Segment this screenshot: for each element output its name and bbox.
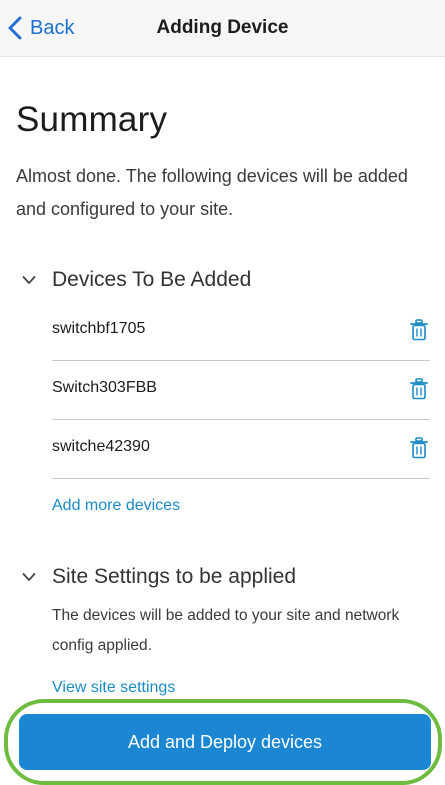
device-name: Switch303FBB: [52, 379, 157, 396]
navigation-bar: Back Adding Device: [0, 0, 445, 57]
trash-icon[interactable]: [410, 378, 428, 400]
trash-icon[interactable]: [410, 319, 428, 341]
device-row: Switch303FBB: [52, 361, 430, 420]
chevron-down-icon: [22, 276, 36, 284]
site-settings-section-label: Site Settings to be applied: [52, 565, 297, 588]
page-title: Summary: [16, 100, 168, 139]
add-more-devices-link[interactable]: Add more devices: [52, 497, 180, 515]
nav-title: Adding Device: [156, 17, 289, 38]
device-row: switchbf1705: [52, 302, 430, 361]
site-settings-description: The devices will be added to your site a…: [52, 607, 400, 654]
device-row: switche42390: [52, 420, 430, 479]
view-site-settings-link[interactable]: View site settings: [52, 679, 175, 697]
intro-text: Almost done. The following devices will …: [16, 166, 408, 219]
devices-section-toggle[interactable]: Devices To Be Added: [22, 265, 251, 295]
device-list: switchbf1705 Switch303FBB switche42390: [52, 302, 430, 479]
device-name: switchbf1705: [52, 320, 146, 337]
device-name: switche42390: [52, 438, 150, 455]
trash-icon[interactable]: [410, 437, 428, 459]
chevron-down-icon: [22, 573, 36, 581]
site-settings-section-toggle[interactable]: Site Settings to be applied: [22, 562, 296, 592]
add-and-deploy-button[interactable]: Add and Deploy devices: [19, 714, 431, 770]
devices-section-label: Devices To Be Added: [52, 268, 252, 291]
